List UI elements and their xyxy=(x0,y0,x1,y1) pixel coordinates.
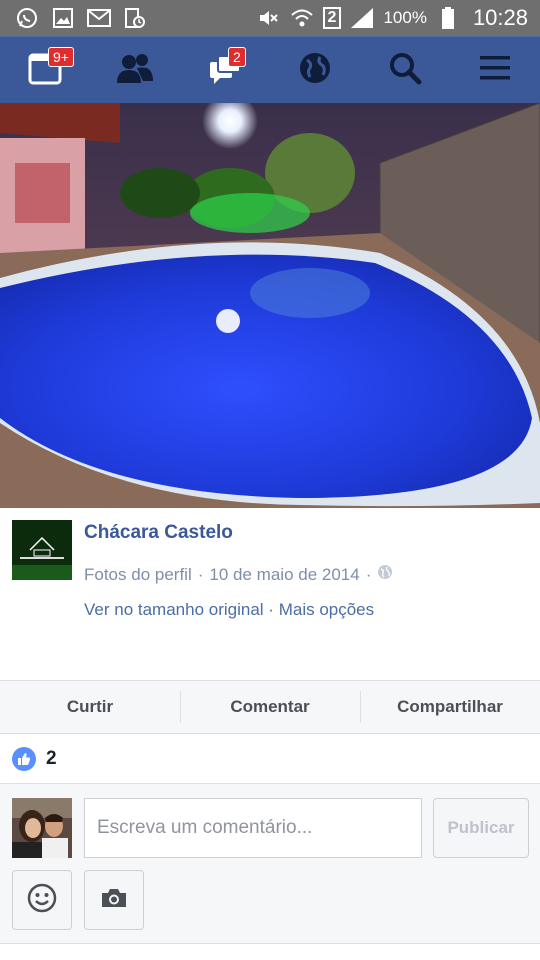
meta-dot: · xyxy=(365,564,372,584)
thumbs-up-icon xyxy=(12,746,36,771)
smiley-icon xyxy=(27,883,57,918)
globe-tab[interactable] xyxy=(290,47,340,93)
mute-icon xyxy=(255,5,281,31)
menu-tab[interactable] xyxy=(470,47,520,93)
search-icon xyxy=(388,51,422,90)
share-button[interactable]: Compartilhar xyxy=(360,681,540,733)
messages-badge: 2 xyxy=(228,47,246,67)
camera-icon xyxy=(100,886,128,915)
post-date[interactable]: 10 de maio de 2014 xyxy=(209,565,359,585)
top-navigation-bar: 9+ 2 xyxy=(0,36,540,103)
whatsapp-icon xyxy=(14,5,40,31)
comment-composer: Escreva um comentário... Publicar xyxy=(0,784,540,944)
photo-links: Ver no tamanho original · Mais opções xyxy=(84,600,374,620)
gallery-icon xyxy=(50,5,76,31)
page-name-link[interactable]: Chácara Castelo xyxy=(84,522,233,544)
publish-button[interactable]: Publicar xyxy=(433,798,529,858)
camera-button[interactable] xyxy=(84,870,144,930)
meta-separator: · xyxy=(197,564,204,584)
battery-icon xyxy=(435,5,461,31)
privacy-globe-icon xyxy=(377,564,393,585)
post-actions: Curtir Comentar Compartilhar xyxy=(0,680,540,734)
messages-tab[interactable]: 2 xyxy=(200,47,250,93)
menu-icon xyxy=(478,53,512,88)
like-button[interactable]: Curtir xyxy=(0,681,180,733)
status-bar: 2 100% 10:28 xyxy=(0,0,540,36)
comment-input[interactable]: Escreva um comentário... xyxy=(84,798,422,858)
album-link[interactable]: Fotos do perfil xyxy=(84,565,192,585)
friends-tab[interactable] xyxy=(110,47,160,93)
globe-icon xyxy=(298,51,332,90)
notifications-badge: 9+ xyxy=(48,47,74,67)
page-avatar[interactable] xyxy=(12,520,72,580)
user-avatar xyxy=(12,798,72,858)
clock-time: 10:28 xyxy=(472,5,528,30)
post-meta: Fotos do perfil · 10 de maio de 2014 · xyxy=(84,564,393,585)
more-options-link[interactable]: Mais opções xyxy=(279,600,374,619)
search-tab[interactable] xyxy=(380,47,430,93)
view-original-link[interactable]: Ver no tamanho original xyxy=(84,600,264,619)
clock-icon xyxy=(122,5,148,31)
emoji-button[interactable] xyxy=(12,870,72,930)
email-icon xyxy=(86,5,112,31)
wifi-icon xyxy=(289,5,315,31)
battery-percent: 100% xyxy=(383,8,427,27)
post-photo[interactable] xyxy=(0,103,540,508)
like-count: 2 xyxy=(46,747,57,769)
post-header: Chácara Castelo Fotos do perfil · 10 de … xyxy=(0,508,540,680)
sim-indicator: 2 xyxy=(322,7,342,29)
likes-summary[interactable]: 2 xyxy=(0,734,540,784)
signal-icon xyxy=(349,5,375,31)
notifications-tab[interactable]: 9+ xyxy=(20,47,74,93)
links-separator: · xyxy=(268,600,274,619)
comment-button[interactable]: Comentar xyxy=(180,681,360,733)
friends-icon xyxy=(115,51,155,90)
